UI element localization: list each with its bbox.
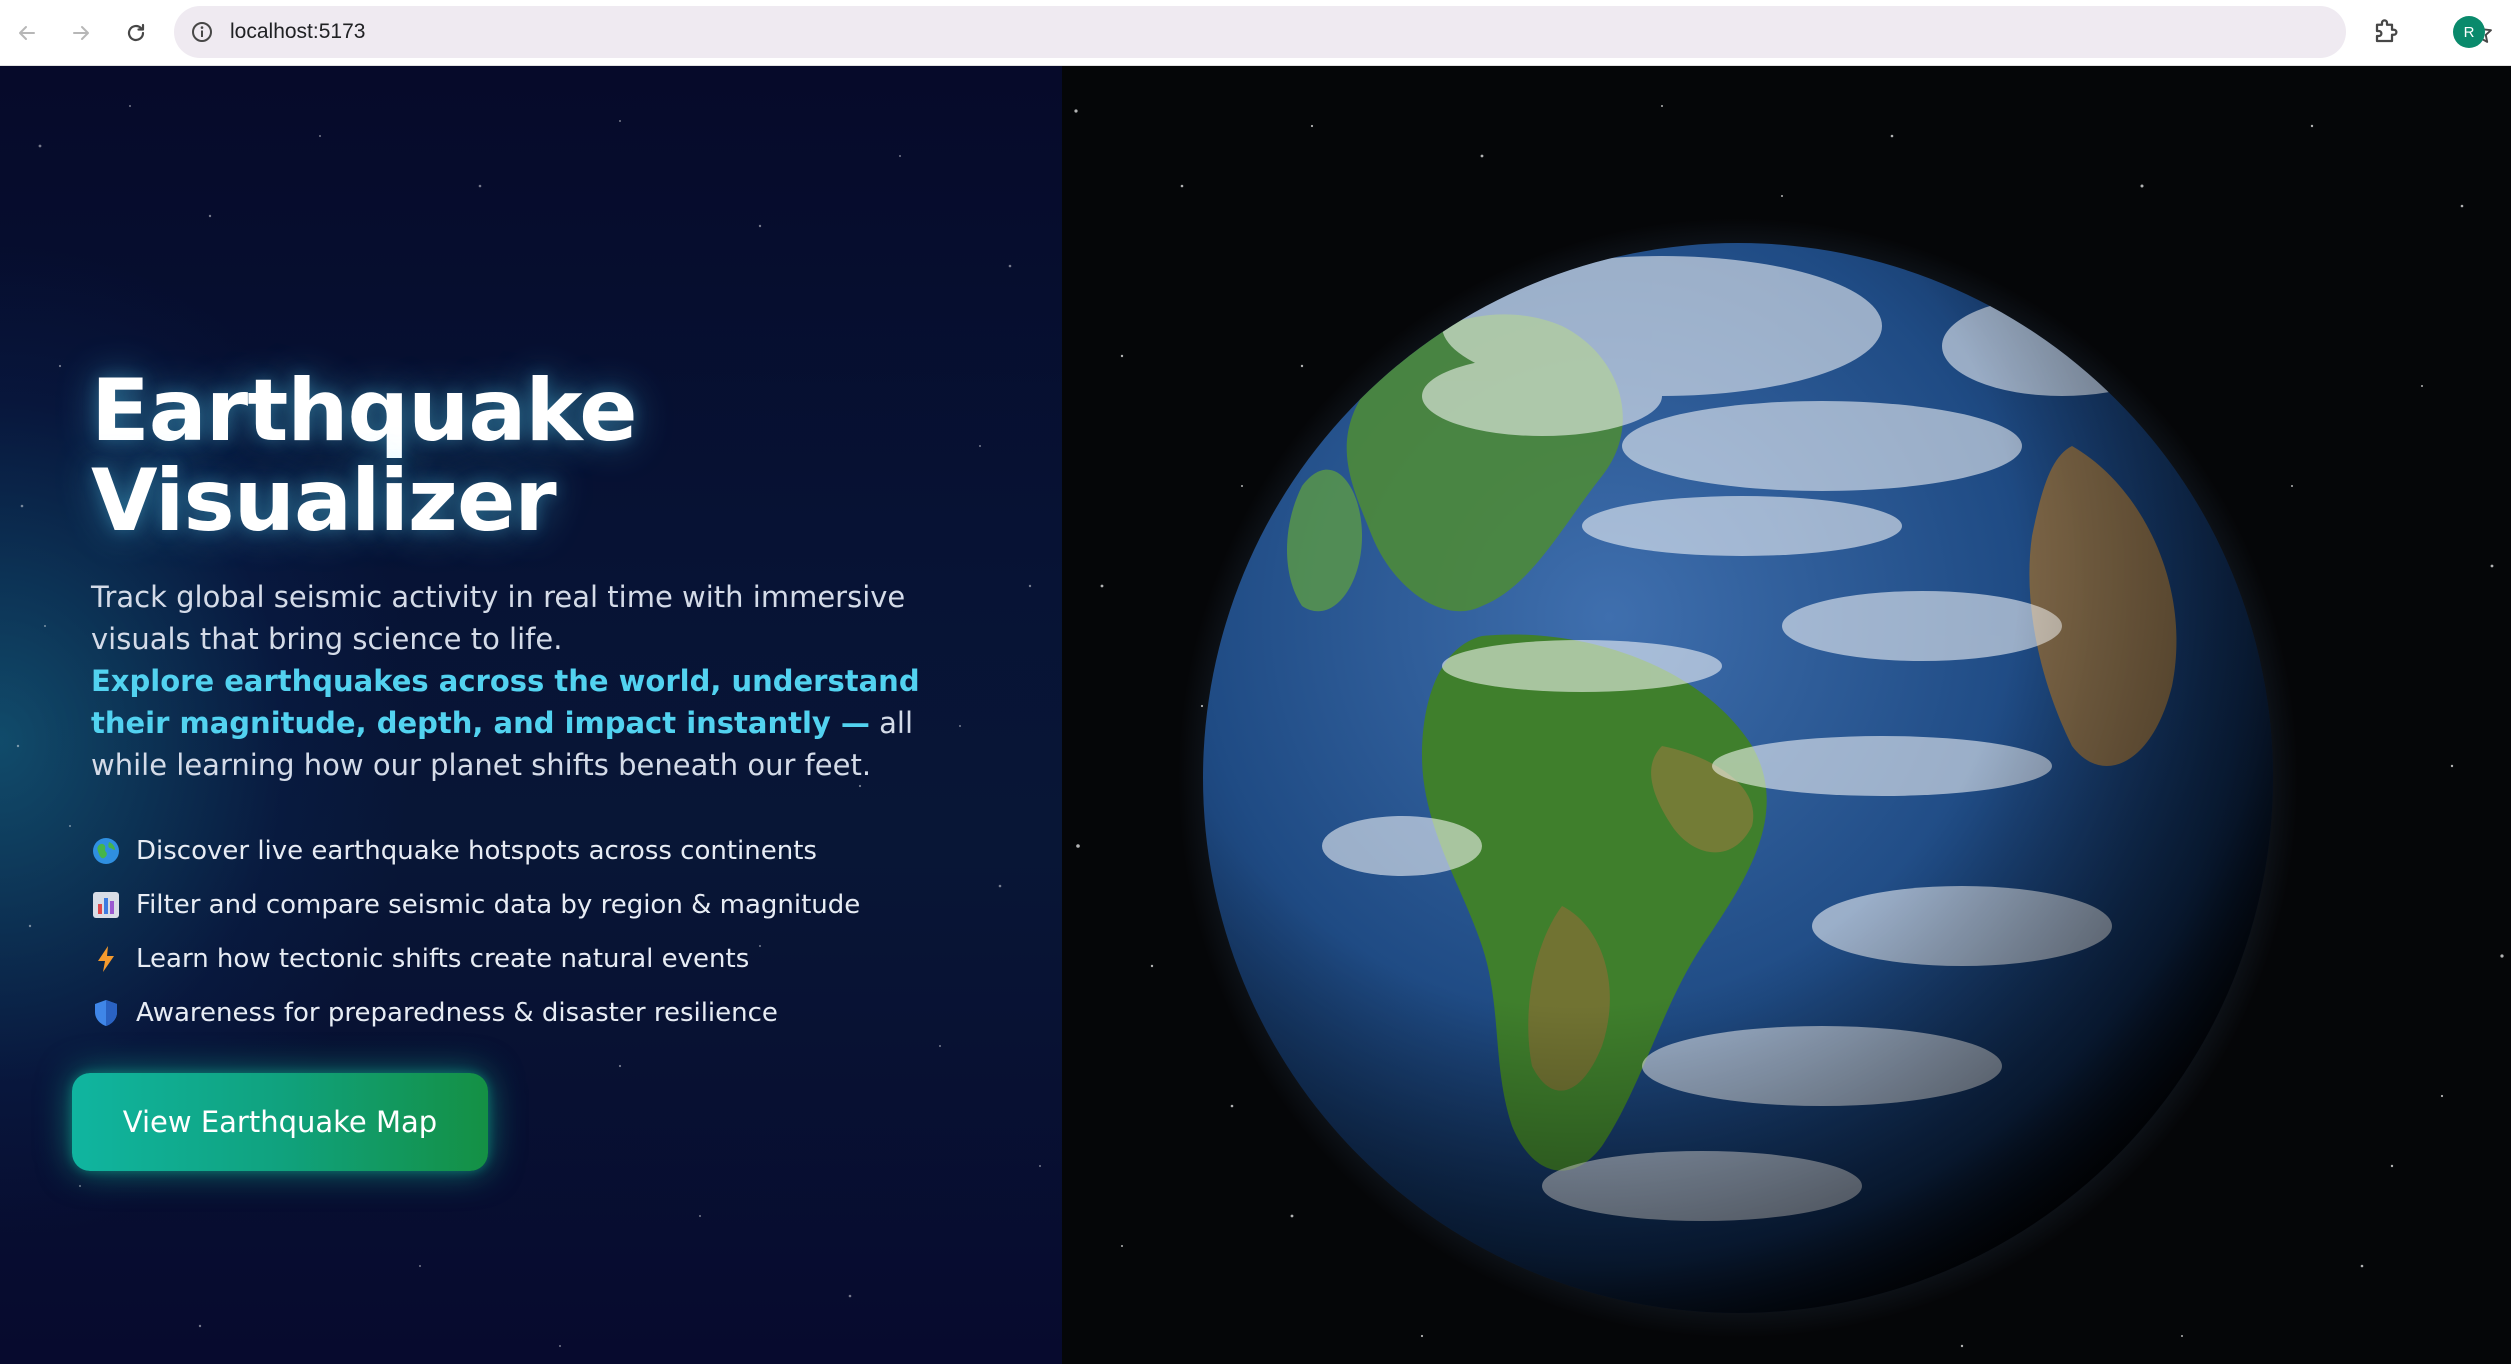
globe-panel — [1062, 66, 2511, 1364]
feature-item: Filter and compare seismic data by regio… — [91, 878, 991, 932]
bar-chart-icon — [93, 892, 119, 918]
forward-button[interactable] — [61, 13, 101, 53]
feature-text: Filter and compare seismic data by regio… — [136, 890, 861, 920]
back-button[interactable] — [7, 13, 47, 53]
earth-globe-image — [1074, 105, 2504, 1348]
feature-text: Discover live earthquake hotspots across… — [136, 836, 817, 866]
hero-description: Track global seismic activity in real ti… — [91, 576, 951, 786]
feature-text: Awareness for preparedness & disaster re… — [136, 998, 778, 1028]
reload-button[interactable] — [116, 13, 156, 53]
feature-item: Learn how tectonic shifts create natural… — [91, 932, 991, 986]
feature-item: Discover live earthquake hotspots across… — [91, 824, 991, 878]
page-title: Earthquake Visualizer — [91, 366, 991, 546]
globe-icon — [93, 838, 119, 864]
title-line-1: Earthquake — [91, 361, 638, 461]
page-body: Earthquake Visualizer Track global seism… — [0, 66, 2511, 1364]
feature-text: Learn how tectonic shifts create natural… — [136, 944, 750, 974]
browser-toolbar: localhost:5173 R — [0, 0, 2511, 66]
address-bar[interactable]: localhost:5173 — [174, 6, 2492, 58]
url-text[interactable]: localhost:5173 — [230, 6, 365, 58]
feature-item: Awareness for preparedness & disaster re… — [91, 986, 991, 1040]
shield-icon — [95, 1000, 117, 1026]
description-highlight: Explore earthquakes across the world, un… — [91, 664, 920, 740]
reload-icon — [127, 23, 145, 42]
back-arrow-icon — [19, 26, 35, 40]
forward-arrow-icon — [73, 26, 89, 40]
view-earthquake-map-button[interactable]: View Earthquake Map — [72, 1073, 488, 1171]
hero-panel: Earthquake Visualizer Track global seism… — [0, 66, 1062, 1364]
title-line-2: Visualizer — [91, 451, 557, 551]
info-icon[interactable] — [190, 20, 214, 44]
hero-content: Earthquake Visualizer Track global seism… — [91, 366, 991, 1040]
description-intro: Track global seismic activity in real ti… — [91, 580, 906, 656]
feature-list: Discover live earthquake hotspots across… — [91, 824, 991, 1040]
profile-avatar[interactable]: R — [2453, 16, 2485, 48]
lightning-icon — [98, 946, 114, 972]
puzzle-icon[interactable] — [2372, 16, 2402, 46]
